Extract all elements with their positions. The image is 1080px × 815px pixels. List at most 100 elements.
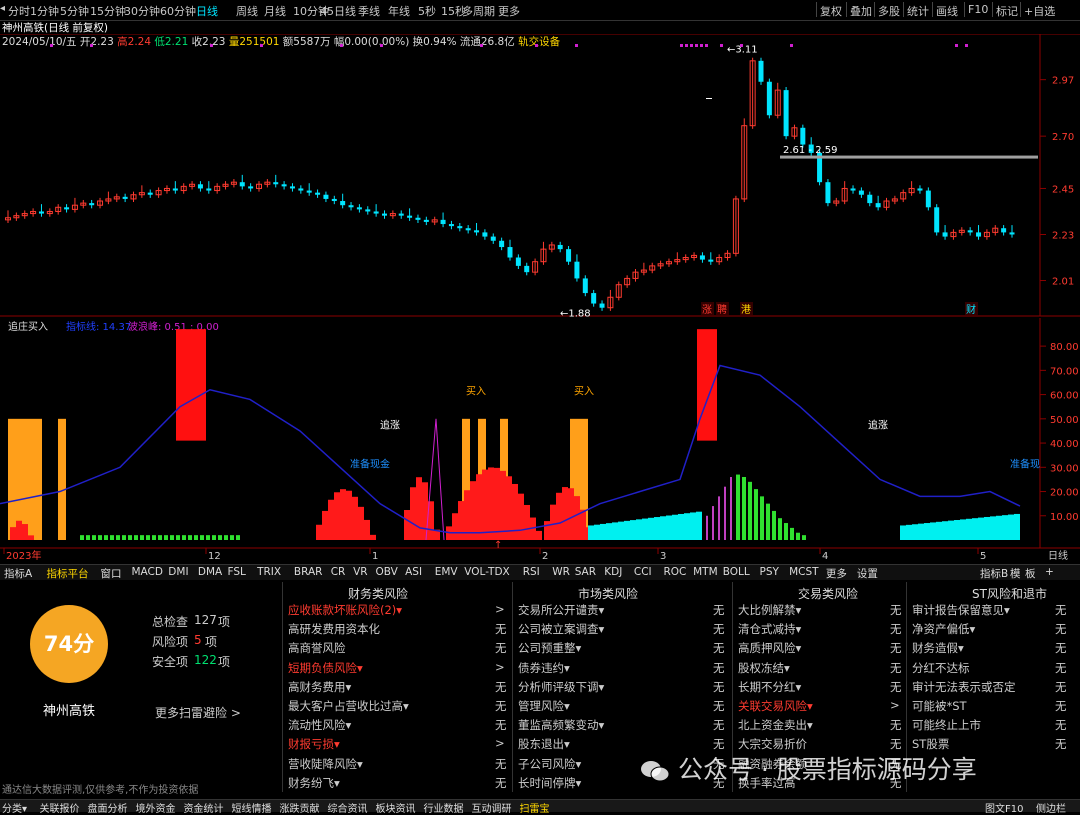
risk-item[interactable]: 董监高频繁变动▾ (518, 717, 604, 733)
status-tab-1[interactable]: 关联报价 (40, 800, 80, 815)
risk-item[interactable]: 股东退出▾ (518, 736, 570, 752)
indicator-tab-8[interactable]: BRAR (294, 566, 323, 578)
risk-item[interactable]: 高研发费用资本化 (288, 621, 380, 637)
risk-item[interactable]: 子公司风险▾ (518, 756, 581, 772)
status-tab-10[interactable]: 互动调研 (472, 800, 512, 815)
risk-item[interactable]: 高商誉风险 (288, 640, 346, 656)
toolbar-btn-7[interactable]: +自选 (1024, 3, 1055, 19)
risk-item[interactable]: 公司被立案调查▾ (518, 621, 604, 637)
indicator-tab-10[interactable]: VR (353, 566, 367, 578)
risk-item[interactable]: 大比例解禁▾ (738, 602, 801, 618)
indicator-tab-1[interactable]: 指标平台 (47, 566, 89, 581)
risk-item[interactable]: 管理风险▾ (518, 698, 570, 714)
toolbar-btn-2[interactable]: 多股 (878, 3, 900, 19)
risk-item[interactable]: 交易所公开谴责▾ (518, 602, 604, 618)
indicator-tab-24[interactable]: MCST (789, 566, 818, 578)
arrow-left-icon[interactable]: ◂ (0, 3, 5, 14)
risk-item[interactable]: 高质押风险▾ (738, 640, 801, 656)
risk-item[interactable]: 流动性风险▾ (288, 717, 351, 733)
risk-item[interactable]: 清仓式减持▾ (738, 621, 801, 637)
period-tab-15[interactable]: 多周期 (462, 3, 495, 19)
indicator-tab-19[interactable]: CCI (634, 566, 652, 578)
price-pane[interactable]: 2.972.702.452.232.012.61 - 2.59←3.11←1.8… (0, 34, 1080, 320)
risk-item[interactable]: 财报亏损▾ (288, 736, 340, 752)
risk-item[interactable]: 股权冻结▾ (738, 660, 790, 676)
risk-item[interactable]: 公司预重整▾ (518, 640, 581, 656)
risk-item[interactable]: 关联交易风险▾ (738, 698, 813, 714)
indicator-tab-17[interactable]: SAR (575, 566, 596, 578)
period-tab-13[interactable]: 5秒 (418, 3, 436, 19)
risk-item[interactable]: 应收账款坏账风险(2)▾ (288, 602, 402, 618)
status-sidebar-button[interactable]: 侧边栏 (1036, 800, 1066, 815)
period-tab-0[interactable]: 分时 (8, 3, 30, 19)
indicator-tab-18[interactable]: KDJ (604, 566, 622, 578)
status-tab-4[interactable]: 资金统计 (184, 800, 224, 815)
period-tab-8[interactable]: 月线 (264, 3, 286, 19)
risk-item[interactable]: 长期不分红▾ (738, 679, 801, 695)
indicator-tab-25[interactable]: 更多 (826, 566, 847, 581)
indicator-tab-15[interactable]: RSI (523, 566, 540, 578)
toolbar-btn-5[interactable]: F10 (968, 3, 988, 16)
period-tab-7[interactable]: 周线 (236, 3, 258, 19)
period-tab-11[interactable]: 季线 (358, 3, 380, 19)
risk-item[interactable]: 分红不达标 (912, 660, 970, 676)
indicator-tab-14[interactable]: VOL-TDX (464, 566, 509, 578)
indicator-tab-16[interactable]: WR (552, 566, 570, 578)
indicator-tab-4[interactable]: DMI (168, 566, 188, 578)
status-tab-8[interactable]: 板块资讯 (376, 800, 416, 815)
period-tab-2[interactable]: 5分钟 (60, 3, 89, 19)
more-risk-link[interactable]: 更多扫雷避险 > (155, 704, 241, 721)
status-tab-7[interactable]: 综合资讯 (328, 800, 368, 815)
toolbar-btn-6[interactable]: 标记 (996, 3, 1018, 19)
indicator-tab-0[interactable]: 指标A (4, 566, 32, 581)
status-tab-11[interactable]: 扫雷宝 (520, 800, 550, 815)
status-tab-5[interactable]: 短线情播 (232, 800, 272, 815)
indicator-tab-20[interactable]: ROC (664, 566, 687, 578)
indicator-tab-6[interactable]: FSL (228, 566, 246, 578)
status-tab-3[interactable]: 境外资金 (136, 800, 176, 815)
indicator-tab-5[interactable]: DMA (198, 566, 222, 578)
period-tab-12[interactable]: 年线 (388, 3, 410, 19)
period-tab-10[interactable]: 45日线 (320, 3, 356, 19)
risk-item[interactable]: 短期负债风险▾ (288, 660, 363, 676)
risk-item[interactable]: 营收陡降风险▾ (288, 756, 363, 772)
indicator-tab-22[interactable]: BOLL (723, 566, 750, 578)
indicator-tab-9[interactable]: CR (331, 566, 346, 578)
indicator-tab-21[interactable]: MTM (693, 566, 718, 578)
toolbar-btn-1[interactable]: 叠加 (850, 3, 872, 19)
indicator-tab-right-2[interactable]: 板 (1025, 566, 1036, 581)
indicator-tab-3[interactable]: MACD (132, 566, 163, 578)
risk-item[interactable]: 可能终止上市 (912, 717, 981, 733)
risk-item[interactable]: 分析师评级下调▾ (518, 679, 604, 695)
indicator-tab-12[interactable]: ASI (405, 566, 422, 578)
risk-item[interactable]: 长时间停牌▾ (518, 775, 581, 791)
risk-item[interactable]: 财务纷飞▾ (288, 775, 340, 791)
indicator-tab-26[interactable]: 设置 (857, 566, 878, 581)
kline-chart[interactable]: 2.972.702.452.232.012.61 - 2.59←3.11←1.8… (0, 34, 1080, 564)
risk-item[interactable]: 审计无法表示或否定 (912, 679, 1016, 695)
period-tab-6[interactable]: 日线 (196, 3, 218, 19)
period-tab-3[interactable]: 15分钟 (90, 3, 126, 19)
indicator-tab-2[interactable]: 窗口 (101, 566, 122, 581)
toolbar-btn-3[interactable]: 统计 (907, 3, 929, 19)
status-tab-2[interactable]: 盘面分析 (88, 800, 128, 815)
indicator-pane[interactable]: 追庄买入 指标线: 14.37波浪峰: 0.51 : 0.0080.0070.00… (0, 318, 1080, 562)
risk-item[interactable]: 财务造假▾ (912, 640, 964, 656)
indicator-tab-right-1[interactable]: 模 (1010, 566, 1021, 581)
status-f10-button[interactable]: 图文F10 (985, 800, 1023, 815)
status-tab-9[interactable]: 行业数据 (424, 800, 464, 815)
indicator-tab-13[interactable]: EMV (435, 566, 458, 578)
risk-item[interactable]: 债券违约▾ (518, 660, 570, 676)
risk-item[interactable]: 审计报告保留意见▾ (912, 602, 1010, 618)
period-tab-16[interactable]: 更多 (498, 3, 520, 19)
period-tab-4[interactable]: 30分钟 (124, 3, 160, 19)
period-tab-1[interactable]: 1分钟 (30, 3, 59, 19)
risk-item[interactable]: 北上资金卖出▾ (738, 717, 813, 733)
status-tab-6[interactable]: 涨跌贡献 (280, 800, 320, 815)
risk-item[interactable]: 净资产偏低▾ (912, 621, 975, 637)
indicator-tab-right-3[interactable]: + (1045, 566, 1054, 578)
indicator-tab-11[interactable]: OBV (376, 566, 398, 578)
period-tab-5[interactable]: 60分钟 (160, 3, 196, 19)
risk-item[interactable]: 最大客户占营收比过高▾ (288, 698, 409, 714)
indicator-tab-right-0[interactable]: 指标B (980, 566, 1008, 581)
